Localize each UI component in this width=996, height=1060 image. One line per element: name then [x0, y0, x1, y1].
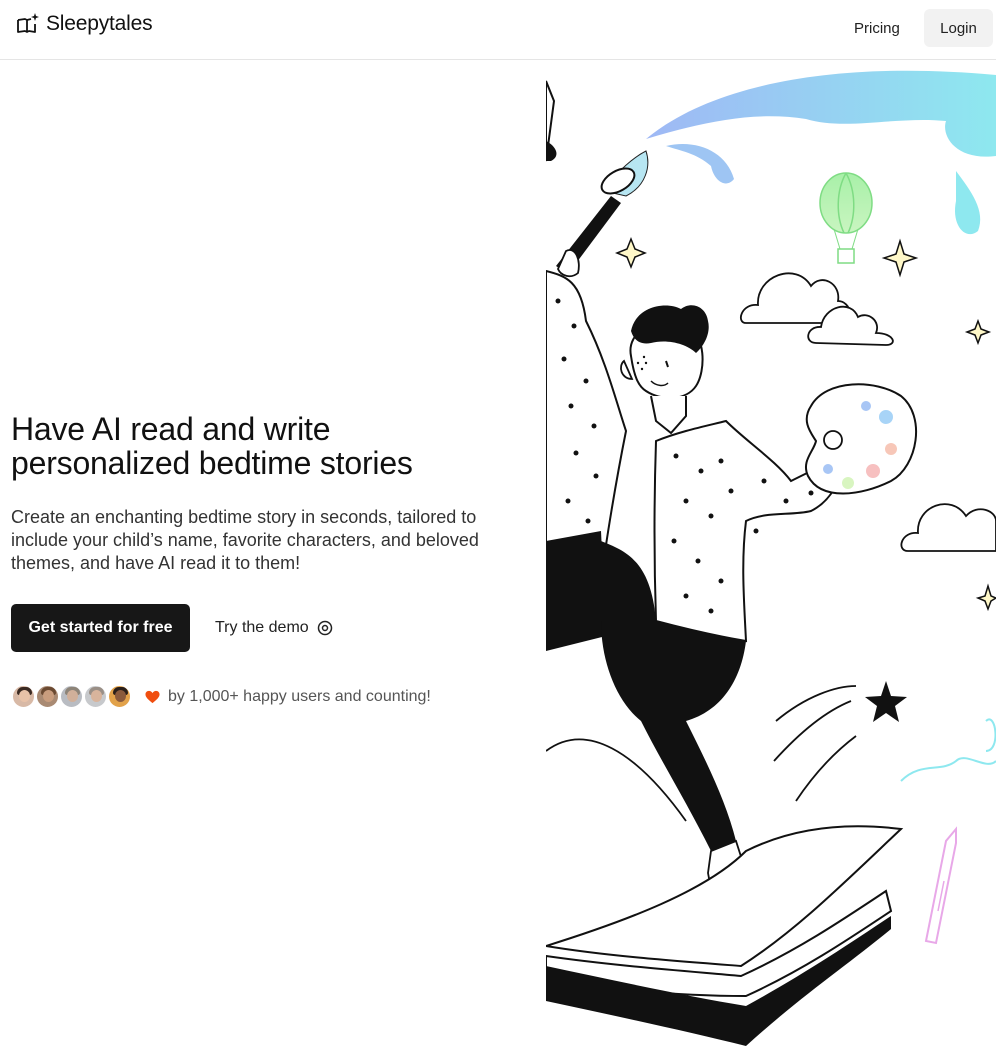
hero-subtitle: Create an enchanting bedtime story in se… — [11, 507, 479, 573]
cta-row: Get started for free Try the demo — [11, 604, 333, 652]
book-sparkle-icon — [17, 13, 39, 33]
nav-pricing-link[interactable]: Pricing — [840, 9, 914, 47]
hero-section: Have AI read and write personalized bedt… — [11, 412, 531, 575]
hero-title: Have AI read and write personalized bedt… — [11, 412, 531, 480]
user-avatars — [11, 684, 132, 709]
brand-name: Sleepytales — [46, 12, 153, 35]
brand-logo[interactable]: Sleepytales — [16, 12, 153, 36]
avatar — [59, 684, 84, 709]
avatar — [107, 684, 132, 709]
hero-title-line-2: personalized bedtime stories — [11, 445, 413, 481]
login-button[interactable]: Login — [924, 9, 993, 47]
painter-illustration — [546, 70, 996, 1046]
avatar — [11, 684, 36, 709]
top-nav: Sleepytales Pricing Login — [0, 0, 996, 60]
try-demo-label: Try the demo — [215, 619, 309, 636]
avatar — [35, 684, 60, 709]
heart-icon — [145, 690, 160, 703]
social-proof: by 1,000+ happy users and counting! — [11, 684, 431, 709]
hero-title-line-1: Have AI read and write — [11, 411, 331, 447]
get-started-button[interactable]: Get started for free — [11, 604, 190, 652]
social-proof-text: by 1,000+ happy users and counting! — [168, 687, 431, 705]
record-circle-icon — [317, 620, 332, 636]
hero-illustration — [546, 61, 996, 1060]
try-demo-button[interactable]: Try the demo — [215, 619, 333, 637]
avatar — [83, 684, 108, 709]
